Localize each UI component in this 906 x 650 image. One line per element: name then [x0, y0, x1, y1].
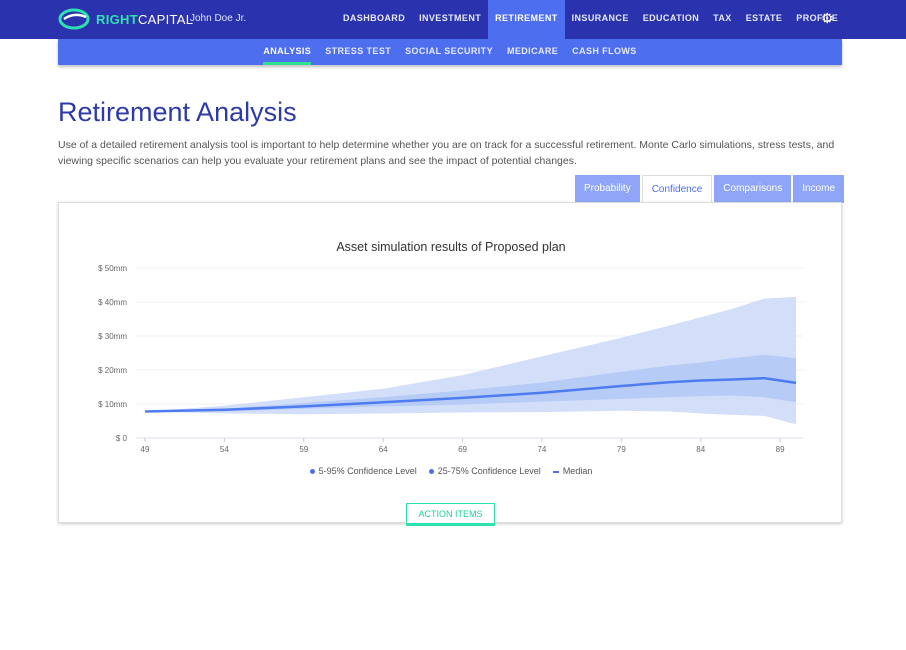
x-tick-label: 49 — [141, 445, 150, 454]
nav-item-estate[interactable]: ESTATE — [739, 0, 790, 39]
subnav-item-analysis[interactable]: ANALYSIS — [256, 39, 318, 65]
top-nav-bar: RIGHTCAPITAL John Doe Jr. DASHBOARD INVES… — [0, 0, 906, 39]
y-tick-label: $ 30mm — [98, 332, 127, 341]
tab-comparisons[interactable]: Comparisons — [714, 175, 792, 203]
legend-dot-icon — [428, 469, 434, 475]
action-items-button[interactable]: ACTION ITEMS — [406, 503, 495, 526]
x-tick-label: 69 — [458, 445, 467, 454]
sub-nav: ANALYSIS STRESS TEST SOCIAL SECURITY MEDICA… — [58, 39, 842, 65]
brand-name[interactable]: RIGHTCAPITAL — [96, 12, 193, 27]
chart-tabs: Probability Confidence Comparisons Income — [575, 175, 845, 203]
nav-item-dashboard[interactable]: DASHBOARD — [336, 0, 412, 39]
subnav-item-social-security[interactable]: SOCIAL SECURITY — [398, 39, 500, 65]
legend-item-25-75[interactable]: 25-75% Confidence Level — [428, 466, 541, 476]
x-tick-label: 64 — [379, 445, 388, 454]
legend-label: 25-75% Confidence Level — [437, 466, 541, 476]
nav-item-investment[interactable]: INVESTMENT — [412, 0, 488, 39]
confidence-chart: $ 0 $ 10mm $ 20mm $ 30mm $ 40mm $ 50mm 49 54 59 6… — [98, 264, 803, 454]
subnav-item-stress-test[interactable]: STRESS TEST — [318, 39, 398, 65]
page-title: Retirement Analysis — [58, 97, 297, 127]
band-5-95 — [145, 296, 796, 425]
chart-card: Asset simulation results of Proposed pla… — [58, 202, 843, 526]
legend-item-5-95[interactable]: 5-95% Confidence Level — [309, 466, 417, 476]
y-tick-label: $ 50mm — [98, 264, 127, 273]
subnav-item-cash-flows[interactable]: CASH FLOWS — [565, 39, 644, 65]
main-nav: DASHBOARD INVESTMENT RETIREMENT INSURANCE ED… — [336, 0, 845, 39]
nav-item-profile[interactable]: PROFILE — [789, 0, 845, 39]
chart-legend: 5-95% Confidence Level 25-75% Confidence… — [59, 466, 843, 476]
brand-rest: CAPITAL — [137, 12, 194, 27]
nav-item-tax[interactable]: TAX — [706, 0, 739, 39]
y-tick-label: $ 20mm — [98, 366, 127, 375]
x-tick-label: 79 — [617, 445, 626, 454]
gear-icon[interactable]: ⚙ — [821, 10, 834, 27]
nav-item-education[interactable]: EDUCATION — [636, 0, 706, 39]
brand-bold: RIGHT — [96, 12, 138, 27]
page-description: Use of a detailed retirement analysis to… — [58, 139, 835, 167]
x-tick-label: 74 — [537, 445, 546, 454]
x-tick-label: 59 — [299, 445, 308, 454]
nav-item-retirement[interactable]: RETIREMENT — [488, 0, 565, 39]
legend-dot-icon — [309, 469, 315, 475]
x-tick-label: 89 — [776, 445, 785, 454]
tab-probability[interactable]: Probability — [575, 175, 640, 203]
y-tick-label: $ 0 — [116, 434, 128, 443]
tab-confidence[interactable]: Confidence — [641, 175, 713, 203]
legend-item-median[interactable]: Median — [552, 466, 593, 476]
legend-label: Median — [562, 466, 593, 476]
subnav-item-medicare[interactable]: MEDICARE — [500, 39, 565, 65]
legend-label: 5-95% Confidence Level — [318, 466, 417, 476]
nav-item-insurance[interactable]: INSURANCE — [565, 0, 636, 39]
x-tick-label: 54 — [220, 445, 229, 454]
x-tick-label: 84 — [696, 445, 705, 454]
legend-dash-icon — [552, 470, 559, 473]
tab-income[interactable]: Income — [793, 175, 845, 203]
rightcapital-logo-icon — [58, 8, 90, 30]
user-name: John Doe Jr. — [190, 13, 247, 24]
y-tick-label: $ 40mm — [98, 298, 127, 307]
y-tick-label: $ 10mm — [98, 400, 127, 409]
